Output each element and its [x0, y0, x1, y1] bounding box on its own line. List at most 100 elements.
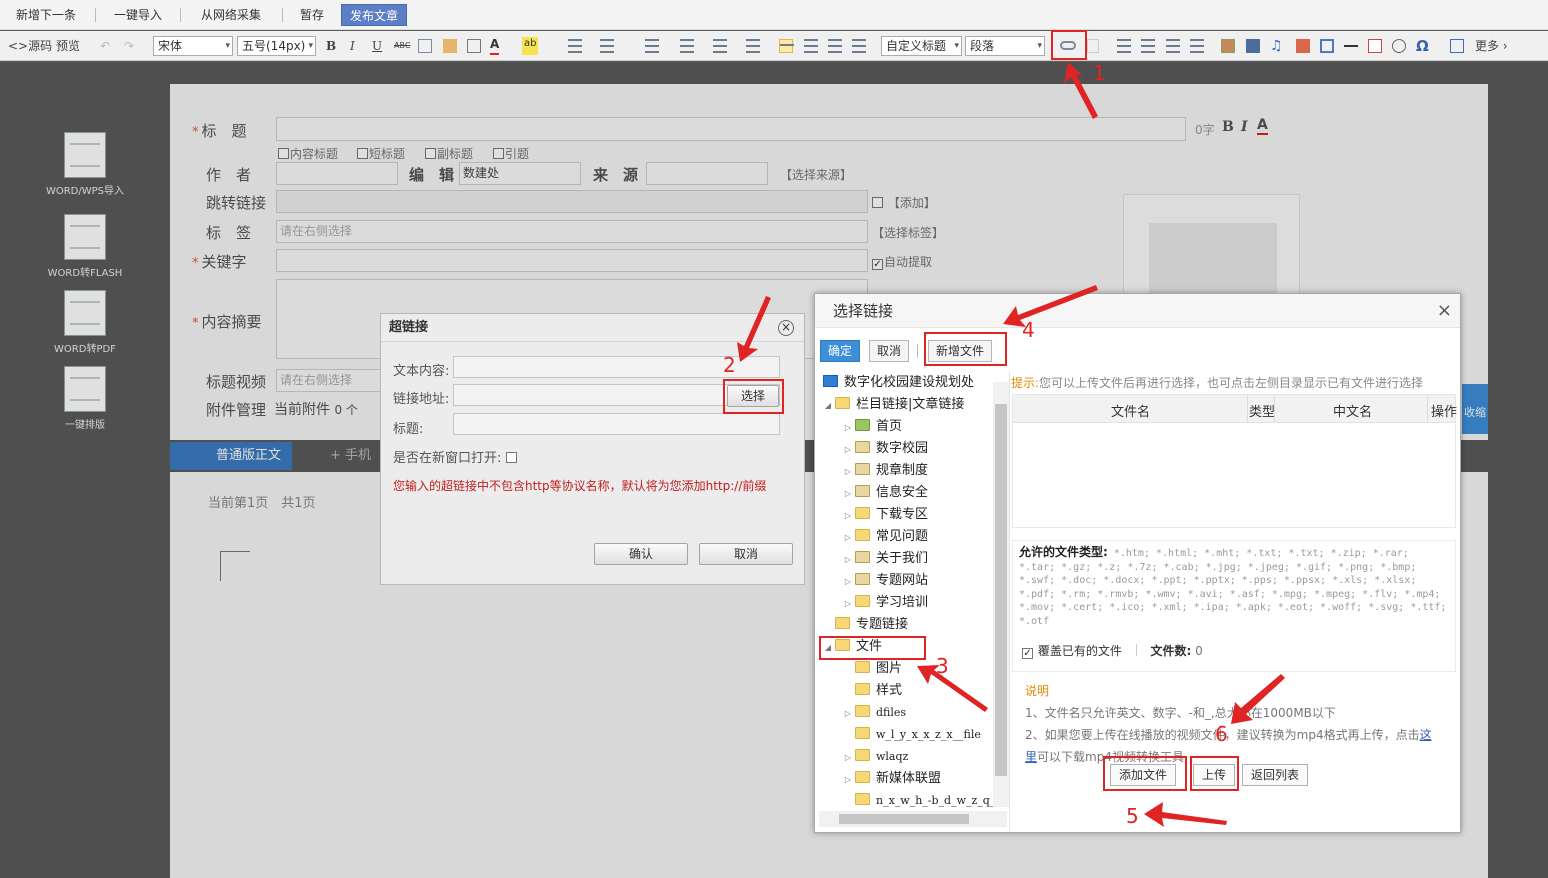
custom-title-select[interactable]: 自定义标题 ▾: [881, 36, 962, 56]
add-next-button[interactable]: 新增下一条: [8, 4, 84, 26]
tree-item[interactable]: ▷ 常见问题: [841, 527, 928, 547]
clear-format-icon[interactable]: [467, 39, 481, 53]
short-title-check[interactable]: 短标题: [357, 145, 405, 162]
time-icon[interactable]: [1392, 39, 1406, 53]
image-center-icon[interactable]: [1190, 39, 1204, 53]
one-key-layout-tool[interactable]: 一键排版: [40, 366, 130, 431]
align-center-icon[interactable]: [804, 39, 818, 53]
video-icon[interactable]: [1246, 39, 1260, 53]
title-italic-button[interactable]: I: [1241, 119, 1248, 135]
redo-icon[interactable]: ↷: [124, 37, 134, 55]
overwrite-checkbox[interactable]: ✓: [1022, 648, 1033, 659]
format-icon[interactable]: [418, 39, 432, 53]
horizontal-rule-icon[interactable]: [1344, 45, 1358, 47]
expanded-arrow-icon[interactable]: ◢: [821, 396, 835, 416]
tree-item[interactable]: ▷ 专题网站: [841, 571, 928, 591]
preview-button[interactable]: 预览: [56, 37, 80, 55]
tree-item[interactable]: ▷ 下载专区: [841, 505, 928, 525]
collapsed-arrow-icon[interactable]: ▷: [841, 594, 855, 614]
choose-source-link[interactable]: 【选择来源】: [780, 166, 852, 183]
unlink-icon[interactable]: [1087, 39, 1099, 53]
tree-item[interactable]: ▷ 新媒体联盟: [841, 769, 941, 789]
table-icon[interactable]: [1450, 39, 1464, 53]
tree-item[interactable]: ▷ dfiles: [841, 703, 906, 723]
publish-button[interactable]: 发布文章: [341, 4, 408, 26]
one-key-import-button[interactable]: 一键导入: [106, 4, 170, 26]
date-icon[interactable]: [1368, 39, 1382, 53]
back-to-list-button[interactable]: 返回列表: [1242, 764, 1309, 786]
source-input[interactable]: [646, 162, 768, 185]
tree-item[interactable]: ▷ 学习培训: [841, 593, 928, 613]
format-brush-icon[interactable]: [443, 39, 457, 53]
ordered-list-icon[interactable]: [568, 39, 582, 53]
align-justify-icon[interactable]: [852, 39, 866, 53]
undo-icon[interactable]: ↶: [100, 37, 110, 55]
align-right-icon[interactable]: [828, 39, 842, 53]
scroll-thumb[interactable]: [839, 814, 969, 824]
choose-tag-link[interactable]: 【选择标签】: [872, 224, 944, 241]
tree-item[interactable]: ▷ 数字校园: [841, 439, 928, 459]
converter-link[interactable]: 这: [1420, 728, 1432, 742]
word-to-flash-tool[interactable]: WORD转FLASH: [40, 214, 130, 279]
paragraph-spacing-icon[interactable]: [680, 39, 694, 53]
scroll-thumb[interactable]: [995, 404, 1007, 776]
tree-item[interactable]: ▷ wlaqz: [841, 747, 908, 767]
tree-item[interactable]: 图片: [841, 659, 902, 679]
title-video-input[interactable]: 请在右侧选择: [276, 369, 386, 392]
font-size-select[interactable]: 五号(14px) ▾: [237, 36, 316, 56]
word-to-pdf-tool[interactable]: WORD转PDF: [40, 290, 130, 355]
tree-item[interactable]: ◢ 栏目链接|文章链接: [821, 395, 964, 415]
font-family-select[interactable]: 宋体 ▾: [153, 36, 233, 56]
collapsed-arrow-icon[interactable]: ▷: [841, 528, 855, 548]
collapsed-arrow-icon[interactable]: ▷: [841, 748, 855, 768]
word-import-tool[interactable]: WORD/WPS导入: [40, 132, 130, 197]
attachment-icon[interactable]: [1296, 39, 1310, 53]
collapsed-arrow-icon[interactable]: ▷: [841, 770, 855, 790]
cancel-button[interactable]: 取消: [699, 543, 793, 565]
link-title-input[interactable]: [453, 413, 780, 435]
tree-item[interactable]: 专题链接: [821, 615, 908, 635]
strikethrough-button[interactable]: ABC: [394, 37, 410, 55]
bold-button[interactable]: B: [326, 37, 336, 55]
collapse-button[interactable]: 收缩: [1462, 384, 1488, 434]
collapsed-arrow-icon[interactable]: ▷: [841, 572, 855, 592]
content-title-check[interactable]: 内容标题: [278, 145, 338, 162]
image-float-left-icon[interactable]: [1117, 39, 1131, 53]
source-button[interactable]: <>源码: [8, 37, 52, 55]
tab-normal-body[interactable]: 普通版正文: [170, 442, 292, 470]
image-inline-icon[interactable]: [1166, 39, 1180, 53]
author-input[interactable]: [276, 162, 398, 185]
tree-item[interactable]: 样式: [841, 681, 902, 701]
tag-input[interactable]: 请在右侧选择: [276, 220, 868, 243]
image-float-right-icon[interactable]: [1141, 39, 1155, 53]
tree-item[interactable]: ▷ 首页: [841, 417, 902, 437]
tree-horizontal-scrollbar[interactable]: [819, 811, 1007, 827]
save-draft-button[interactable]: 暂存: [292, 4, 332, 26]
ok-button[interactable]: 确定: [820, 340, 861, 362]
row-spacing-icon[interactable]: [713, 39, 727, 53]
add-jump-link[interactable]: 【添加】: [872, 194, 936, 211]
new-window-checkbox[interactable]: [505, 452, 517, 463]
special-char-icon[interactable]: Ω: [1416, 37, 1429, 55]
web-collect-button[interactable]: 从网络采集: [193, 4, 269, 26]
template-icon[interactable]: [1320, 39, 1334, 53]
tree-item[interactable]: w_l_y_x_x_z_x__file: [841, 725, 981, 745]
title-bold-button[interactable]: B: [1222, 119, 1234, 135]
italic-button[interactable]: I: [350, 37, 355, 55]
confirm-button[interactable]: 确认: [594, 543, 688, 565]
tree-vertical-scrollbar[interactable]: [993, 382, 1009, 807]
more-button[interactable]: 更多 ›: [1475, 37, 1508, 55]
lead-title-check[interactable]: 引题: [493, 145, 529, 162]
indent-icon[interactable]: [746, 39, 760, 53]
tree-item[interactable]: 数字化校园建设规划处: [821, 373, 974, 393]
jump-link-input[interactable]: [276, 190, 868, 213]
align-left-icon[interactable]: [779, 39, 794, 53]
tree-item[interactable]: ▷ 关于我们: [841, 549, 928, 569]
title-input[interactable]: [276, 117, 1186, 141]
title-color-icon[interactable]: A: [1257, 117, 1268, 135]
keyword-input[interactable]: [276, 249, 868, 272]
highlight-icon[interactable]: ab: [522, 37, 539, 55]
tree-item[interactable]: ▷ 规章制度: [841, 461, 928, 481]
line-height-icon[interactable]: [645, 39, 659, 53]
underline-button[interactable]: U: [372, 37, 382, 55]
